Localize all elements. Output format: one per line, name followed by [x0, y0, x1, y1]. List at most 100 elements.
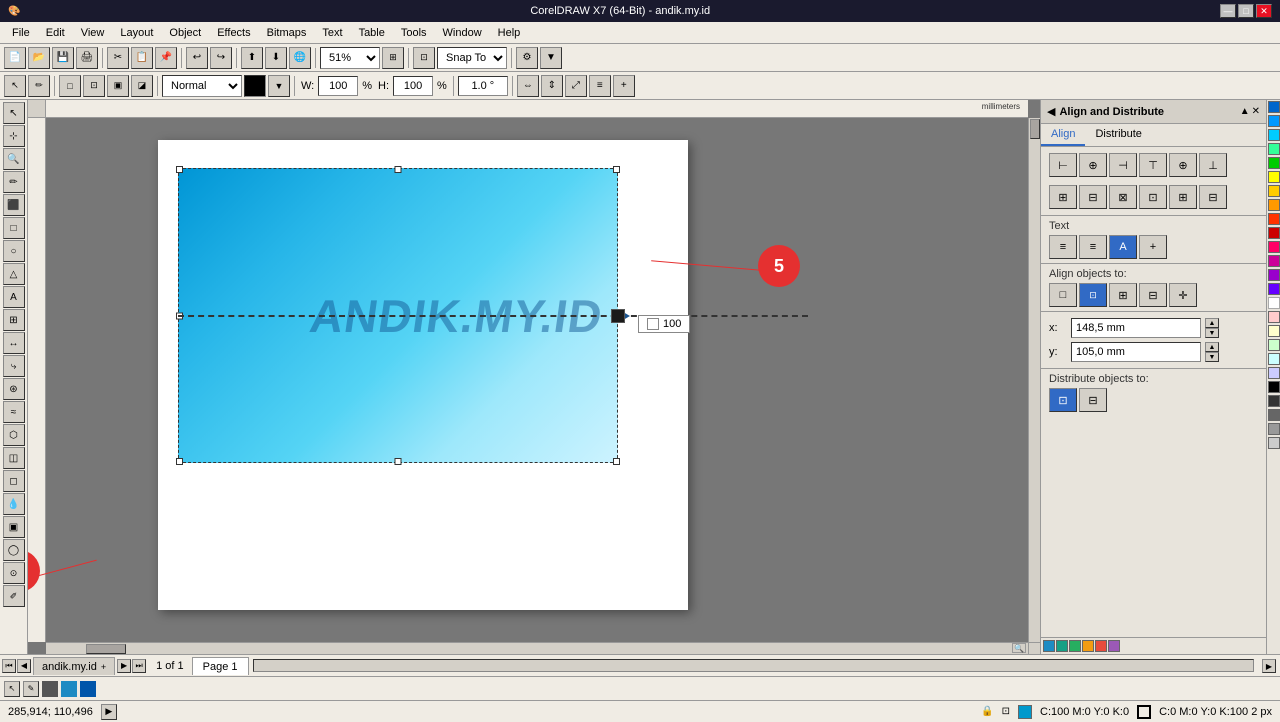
window-controls[interactable]: — □ ✕	[1220, 4, 1272, 18]
redo-button[interactable]: ↪	[210, 47, 232, 69]
view-options[interactable]: ▼	[540, 47, 562, 69]
hscroll-thumb[interactable]	[86, 644, 126, 654]
table-tool[interactable]: ⊞	[3, 309, 25, 331]
outline-color-status[interactable]	[1137, 705, 1151, 719]
shadow-tool[interactable]: ◫	[3, 447, 25, 469]
dist-selection-btn[interactable]: ⊟	[1079, 388, 1107, 412]
palette-mid-gray[interactable]	[1268, 423, 1280, 435]
palette-dark-gray[interactable]	[1268, 395, 1280, 407]
pick-tool[interactable]: ↖	[3, 102, 25, 124]
menu-edit[interactable]: Edit	[38, 25, 73, 41]
menu-object[interactable]: Object	[161, 25, 209, 41]
y-spin-up[interactable]: ▲	[1205, 342, 1219, 352]
dist-page-btn[interactable]: ⊡	[1049, 388, 1077, 412]
align-left-btn[interactable]: ⊢	[1049, 153, 1077, 177]
align-page-bot-btn[interactable]: ⊟	[1199, 185, 1227, 209]
color-swatch-orange[interactable]	[1082, 640, 1094, 652]
palette-light-pink[interactable]	[1268, 311, 1280, 323]
nav-last-btn[interactable]: ⏭	[132, 659, 146, 673]
export-button[interactable]: ⬇	[265, 47, 287, 69]
align-page-right-btn[interactable]: ⊠	[1109, 185, 1137, 209]
palette-magenta[interactable]	[1268, 255, 1280, 267]
border3-btn[interactable]: ▣	[107, 75, 129, 97]
mirror-v-btn[interactable]: ⇕	[541, 75, 563, 97]
tab-add-btn[interactable]: +	[101, 662, 106, 672]
menu-window[interactable]: Window	[435, 25, 490, 41]
palette-light-gray[interactable]	[1268, 437, 1280, 449]
outline-tool[interactable]: ◯	[3, 539, 25, 561]
color-swatch-green[interactable]	[1069, 640, 1081, 652]
align-center-h-btn[interactable]: ⊕	[1079, 153, 1107, 177]
panel-expand-btn[interactable]: ▲	[1240, 106, 1250, 117]
zoom-fit-button[interactable]: ⊞	[382, 47, 404, 69]
color-btn-arrow[interactable]: ▼	[268, 75, 290, 97]
y-spin-down[interactable]: ▼	[1205, 352, 1219, 362]
paste-button[interactable]: 📌	[155, 47, 177, 69]
palette-green1[interactable]	[1268, 143, 1280, 155]
close-button[interactable]: ✕	[1256, 4, 1272, 18]
blend-tool[interactable]: ≈	[3, 401, 25, 423]
menu-help[interactable]: Help	[490, 25, 529, 41]
undo-button[interactable]: ↩	[186, 47, 208, 69]
panel-close-btn[interactable]: ✕	[1252, 106, 1260, 117]
align-page-center-btn[interactable]: ⊟	[1079, 185, 1107, 209]
palette-light-purple[interactable]	[1268, 367, 1280, 379]
align-to-grid-btn[interactable]: ⊟	[1139, 283, 1167, 307]
x-spin-down[interactable]: ▼	[1205, 328, 1219, 338]
effect-tool[interactable]: ⊛	[3, 378, 25, 400]
zoom-tool[interactable]: 🔍	[3, 148, 25, 170]
rect-tool[interactable]: □	[3, 217, 25, 239]
freehand-tool[interactable]: ✏	[3, 171, 25, 193]
snap-dropdown[interactable]: Snap To	[437, 47, 507, 69]
color-swatch-teal[interactable]	[1056, 640, 1068, 652]
new-button[interactable]: 📄	[4, 47, 26, 69]
import-button[interactable]: ⬆	[241, 47, 263, 69]
outline-color-indicator[interactable]	[61, 681, 77, 697]
align-to-selection-btn[interactable]: ⊡	[1079, 283, 1107, 307]
align-right-btn[interactable]: ⊣	[1109, 153, 1137, 177]
options-button[interactable]: ⚙	[516, 47, 538, 69]
smart-fill-tool[interactable]: ⬛	[3, 194, 25, 216]
cut-button[interactable]: ✂	[107, 47, 129, 69]
palette-pink[interactable]	[1268, 241, 1280, 253]
transparency-handle[interactable]	[611, 309, 625, 323]
border-btn[interactable]: □	[59, 75, 81, 97]
vertical-scrollbar[interactable]	[1028, 118, 1040, 642]
palette-yellow[interactable]	[1268, 171, 1280, 183]
node-tool[interactable]: ⊹	[3, 125, 25, 147]
fill-tool[interactable]: ▣	[3, 516, 25, 538]
color-eyedrop-tool[interactable]: 💧	[3, 493, 25, 515]
minimize-button[interactable]: —	[1220, 4, 1236, 18]
palette-purple[interactable]	[1268, 283, 1280, 295]
menu-effects[interactable]: Effects	[209, 25, 258, 41]
nav-first-btn[interactable]: ⏮	[2, 659, 16, 673]
transparency-tool[interactable]: ◻	[3, 470, 25, 492]
palette-red-orange[interactable]	[1268, 213, 1280, 225]
align-dist-btn[interactable]: ≡	[589, 75, 611, 97]
palette-green2[interactable]	[1268, 157, 1280, 169]
align-center-v-btn[interactable]: ⊕	[1169, 153, 1197, 177]
palette-cyan[interactable]	[1268, 129, 1280, 141]
palette-orange[interactable]	[1268, 199, 1280, 211]
extrude-tool[interactable]: ⬡	[3, 424, 25, 446]
x-spin-up[interactable]: ▲	[1205, 318, 1219, 328]
menu-layout[interactable]: Layout	[112, 25, 161, 41]
open-button[interactable]: 📂	[28, 47, 50, 69]
height-input[interactable]	[393, 76, 433, 96]
publish-button[interactable]: 🌐	[289, 47, 311, 69]
nav-prev-btn[interactable]: ◀	[17, 659, 31, 673]
align-page-top-btn[interactable]: ⊡	[1139, 185, 1167, 209]
polygon-tool[interactable]: △	[3, 263, 25, 285]
text-align-right-btn[interactable]: A	[1109, 235, 1137, 259]
palette-red[interactable]	[1268, 227, 1280, 239]
align-to-center-btn[interactable]: ✛	[1169, 283, 1197, 307]
page-tab[interactable]: Page 1	[192, 657, 249, 675]
nav-next-btn[interactable]: ▶	[117, 659, 131, 673]
menu-file[interactable]: File	[4, 25, 38, 41]
mirror-h-btn[interactable]: ⇔	[517, 75, 539, 97]
interactive-fill[interactable]: ⊙	[3, 562, 25, 584]
palette-white[interactable]	[1268, 297, 1280, 309]
transform-btn[interactable]: ⤢	[565, 75, 587, 97]
vscroll-thumb[interactable]	[1030, 119, 1040, 139]
text-tool[interactable]: A	[3, 286, 25, 308]
